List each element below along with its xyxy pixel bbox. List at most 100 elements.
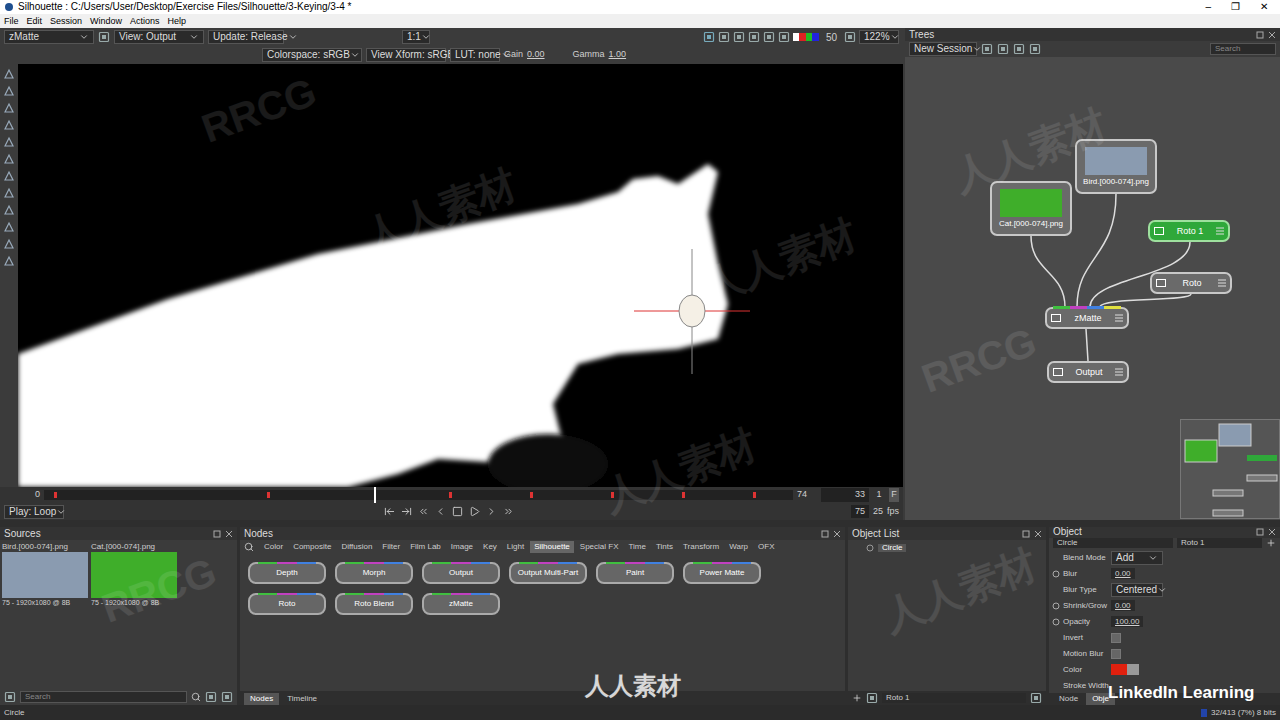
tree-search[interactable]: Search <box>1210 43 1276 55</box>
zoom-select[interactable]: 122% <box>859 30 899 44</box>
node-menu-icon[interactable] <box>1218 279 1226 287</box>
panel-controls-icon[interactable] <box>1256 31 1276 39</box>
tree-link-icon[interactable] <box>1013 43 1025 55</box>
brightness-value[interactable]: 50 <box>822 30 841 45</box>
current-frame[interactable]: 33 <box>821 488 869 502</box>
tool-icon[interactable] <box>3 187 15 199</box>
color-swatch-bar[interactable] <box>793 33 819 41</box>
object-list-item[interactable]: Circle <box>848 542 1046 554</box>
property-field[interactable]: 0.00 <box>1111 568 1135 579</box>
view-select[interactable]: View: Output <box>114 30 204 44</box>
gamma-field[interactable]: 1.00 <box>609 48 627 62</box>
property-field[interactable]: 0.00 <box>1111 600 1135 611</box>
grid-view-icon[interactable] <box>221 691 233 703</box>
tree-node[interactable]: Roto <box>1150 272 1232 294</box>
node-button[interactable]: Output Multi-Part <box>509 562 587 584</box>
transport-icon[interactable] <box>503 506 514 517</box>
tree-node[interactable]: Roto 1 <box>1148 220 1230 242</box>
tree-node[interactable]: Bird.[000-074].png <box>1075 139 1157 194</box>
node-button[interactable]: Paint <box>596 562 674 584</box>
panel-tab[interactable]: Node <box>1053 693 1084 705</box>
session-select[interactable]: New Session <box>909 42 977 56</box>
tree-node[interactable]: Cat.[000-074].png <box>990 181 1072 236</box>
node-category-tab[interactable]: Film Lab <box>406 541 445 553</box>
node-select[interactable]: zMatte <box>4 30 94 44</box>
transport-icon[interactable] <box>435 506 446 517</box>
keyframe-icon[interactable] <box>1052 602 1060 610</box>
node-category-tab[interactable]: Color <box>260 541 287 553</box>
tree-node[interactable]: Output <box>1047 361 1129 383</box>
menu-item[interactable]: Actions <box>130 17 160 26</box>
tool-icon[interactable] <box>3 68 15 80</box>
frame-mode[interactable]: F <box>889 488 899 502</box>
frame-count[interactable]: 75 <box>851 505 869 519</box>
panel-controls-icon[interactable] <box>1022 530 1042 538</box>
transport-icon[interactable] <box>384 506 395 517</box>
channel-icon[interactable] <box>748 31 760 43</box>
add-icon[interactable] <box>1266 538 1276 548</box>
panel-controls-icon[interactable] <box>213 530 233 538</box>
grid-icon[interactable] <box>718 31 730 43</box>
tool-icon[interactable] <box>3 119 15 131</box>
tool-icon[interactable] <box>3 136 15 148</box>
node-category-tab[interactable]: Transform <box>679 541 723 553</box>
update-select[interactable]: Update: Release <box>208 30 284 44</box>
node-category-tab[interactable]: Composite <box>289 541 335 553</box>
overlay-icon[interactable] <box>703 31 715 43</box>
node-button[interactable]: zMatte <box>422 593 500 615</box>
keyframe-marker[interactable] <box>682 492 685 498</box>
node-category-tab[interactable]: Special FX <box>576 541 623 553</box>
keyframe-marker[interactable] <box>530 492 533 498</box>
keyframe-icon[interactable] <box>1052 618 1060 626</box>
node-category-tab[interactable]: Key <box>479 541 501 553</box>
tool-icon[interactable] <box>3 85 15 97</box>
node-button[interactable]: Roto Blend <box>335 593 413 615</box>
keyframe-icon[interactable] <box>1052 570 1060 578</box>
property-field[interactable]: 100.00 <box>1111 616 1143 627</box>
sources-search[interactable]: Search <box>20 691 187 703</box>
node-menu-icon[interactable] <box>1216 227 1224 235</box>
tool-icon[interactable] <box>3 170 15 182</box>
tool-icon[interactable] <box>3 204 15 216</box>
search-icon[interactable] <box>244 542 254 552</box>
node-button[interactable]: Morph <box>335 562 413 584</box>
menu-item[interactable]: Edit <box>27 17 43 26</box>
tool-icon[interactable] <box>3 102 15 114</box>
source-item[interactable]: Bird.[000-074].png75 - 1920x1080 @ 8B <box>2 542 88 608</box>
colorspace-select[interactable]: Colorspace: sRGB <box>262 48 362 62</box>
tree-copy-icon[interactable] <box>997 43 1009 55</box>
tree-save-icon[interactable] <box>1029 43 1041 55</box>
transport-icon[interactable] <box>469 506 480 517</box>
lut-select[interactable]: LUT: none <box>450 48 500 62</box>
play-mode-select[interactable]: Play: Loop <box>4 505 64 519</box>
keyframe-marker[interactable] <box>54 492 57 498</box>
add-icon[interactable] <box>852 693 862 703</box>
node-category-tab[interactable]: Diffusion <box>337 541 376 553</box>
compare-icon[interactable] <box>778 31 790 43</box>
node-graph[interactable]: Cat.[000-074].pngBird.[000-074].png Roto … <box>905 57 1280 520</box>
window-control[interactable]: ❐ <box>1231 2 1240 12</box>
view-xform-select[interactable]: View Xform: sRGB <box>366 48 446 62</box>
property-select[interactable]: Centered <box>1111 583 1163 597</box>
node-button[interactable]: Roto <box>248 593 326 615</box>
panel-tab[interactable]: Timeline <box>281 693 323 705</box>
window-control[interactable]: – <box>1205 2 1211 12</box>
panel-tab[interactable]: Nodes <box>244 693 279 705</box>
menu-item[interactable]: File <box>4 17 19 26</box>
node-category-tab[interactable]: Time <box>625 541 650 553</box>
property-checkbox[interactable] <box>1111 633 1121 643</box>
menu-item[interactable]: Help <box>168 17 187 26</box>
node-menu-icon[interactable] <box>1115 368 1123 376</box>
node-category-tab[interactable]: Silhouette <box>530 541 574 553</box>
node-button[interactable]: Depth <box>248 562 326 584</box>
list-view-icon[interactable] <box>205 691 217 703</box>
transport-icon[interactable] <box>486 506 497 517</box>
color-swatch[interactable] <box>1111 664 1127 675</box>
tool-icon[interactable] <box>3 238 15 250</box>
keyframe-marker[interactable] <box>611 492 614 498</box>
safe-icon[interactable] <box>733 31 745 43</box>
menu-item[interactable]: Window <box>90 17 122 26</box>
search-icon[interactable] <box>191 692 201 702</box>
node-menu-icon[interactable] <box>1115 314 1123 322</box>
transport-icon[interactable] <box>401 506 412 517</box>
